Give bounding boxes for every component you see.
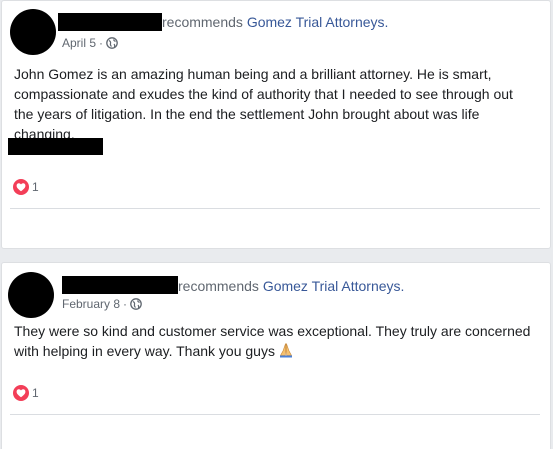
page-link[interactable]: Gomez Trial Attorneys. [263, 278, 405, 294]
reactions[interactable]: 1 [13, 385, 39, 401]
reaction-count: 1 [32, 386, 39, 400]
recommendation-card: recommends Gomez Trial Attorneys. Februa… [1, 262, 551, 449]
post-body-text: They were so kind and customer service w… [14, 323, 531, 359]
globe-icon[interactable] [130, 298, 142, 310]
page-link[interactable]: Gomez Trial Attorneys. [247, 14, 389, 30]
avatar[interactable] [8, 272, 54, 318]
post-header: recommends Gomez Trial Attorneys. [162, 13, 388, 31]
post-meta: February 8 · [62, 296, 142, 312]
post-date[interactable]: April 5 [62, 35, 96, 51]
redacted-text [8, 138, 103, 155]
post-date[interactable]: February 8 [62, 296, 120, 312]
post-meta: April 5 · [62, 35, 118, 51]
post-header: recommends Gomez Trial Attorneys. [178, 277, 404, 295]
divider [10, 414, 540, 415]
globe-icon[interactable] [106, 37, 118, 49]
post-body: John Gomez is an amazing human being and… [14, 66, 513, 142]
redacted-name [62, 276, 178, 294]
post-body: They were so kind and customer service w… [14, 321, 534, 361]
recommends-text: recommends [162, 14, 247, 30]
recommendation-card: recommends Gomez Trial Attorneys. April … [1, 0, 551, 249]
reactions[interactable]: 1 [13, 179, 39, 195]
redacted-name [58, 13, 162, 31]
reaction-count: 1 [32, 180, 39, 194]
recommends-text: recommends [178, 278, 263, 294]
folded-hands-icon [279, 343, 292, 358]
separator: · [99, 36, 104, 50]
divider [10, 208, 540, 209]
heart-icon [13, 385, 29, 401]
avatar[interactable] [10, 9, 56, 55]
heart-icon [13, 179, 29, 195]
separator: · [123, 297, 128, 311]
